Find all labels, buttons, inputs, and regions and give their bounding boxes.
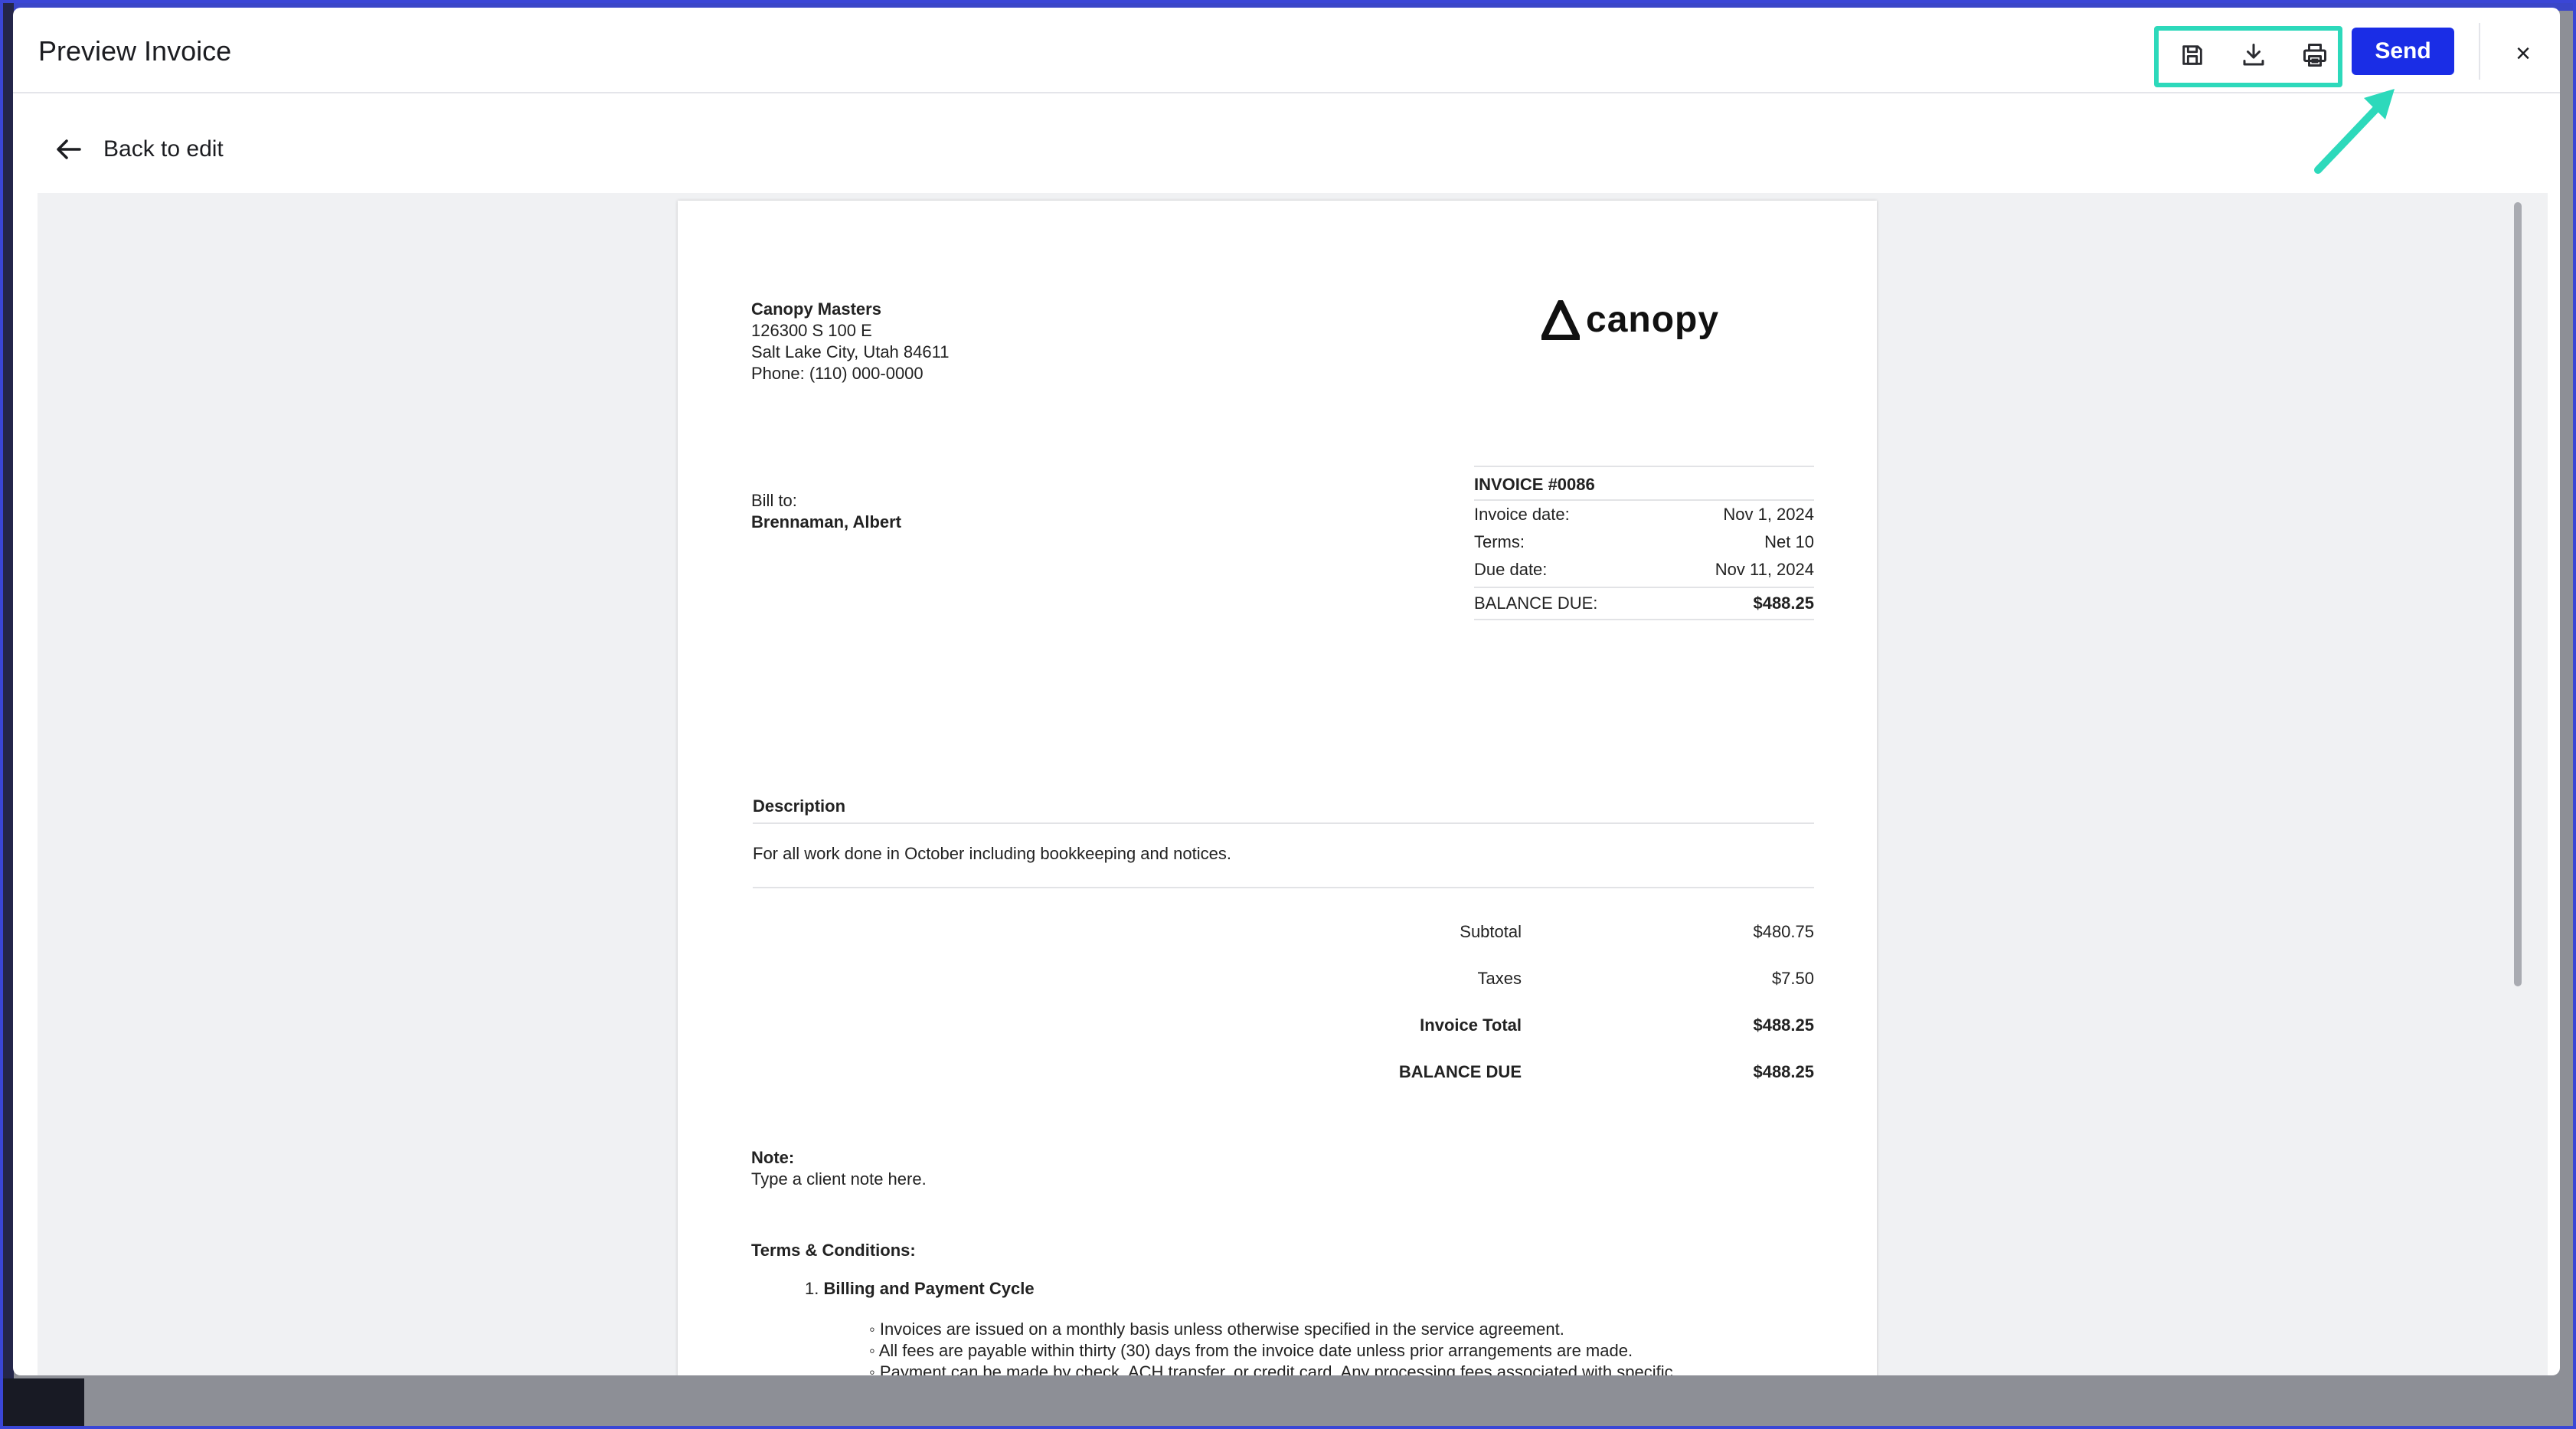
- back-to-edit-label: Back to edit: [103, 136, 224, 162]
- detail-label: Invoice date:: [1474, 505, 1570, 524]
- arrow-left-icon: [57, 139, 81, 159]
- terms-bullet: ◦ All fees are payable within thirty (30…: [869, 1341, 1633, 1360]
- company-address-1: 126300 S 100 E: [751, 321, 872, 340]
- balance-due-label: BALANCE DUE:: [1474, 594, 1598, 613]
- modal-title: Preview Invoice: [38, 35, 232, 67]
- invoice-total-value: $488.25: [1753, 1015, 1814, 1035]
- invoice-document: Canopy Masters 126300 S 100 E Salt Lake …: [678, 201, 1877, 1375]
- detail-row-balance-due: BALANCE DUE: $488.25: [1474, 587, 1814, 620]
- terms-bullets: ◦ Invoices are issued on a monthly basis…: [869, 1319, 1673, 1375]
- backdrop-corner: [0, 1378, 84, 1429]
- taxes-row: Taxes $7.50: [753, 969, 1814, 992]
- scrollbar-thumb[interactable]: [2514, 202, 2522, 986]
- logo-text: canopy: [1586, 299, 1720, 340]
- close-button[interactable]: ×: [2508, 38, 2538, 69]
- description-text: For all work done in October including b…: [753, 844, 1814, 888]
- invoice-total-label: Invoice Total: [1420, 1015, 1522, 1035]
- modal-header: Preview Invoice Send ×: [13, 8, 2560, 93]
- detail-row-terms: Terms: Net 10: [1474, 528, 1814, 556]
- note-label: Note:: [751, 1148, 795, 1167]
- note-text: Type a client note here.: [751, 1169, 927, 1189]
- subtotal-label: Subtotal: [1460, 922, 1522, 941]
- company-info: Canopy Masters 126300 S 100 E Salt Lake …: [751, 299, 949, 384]
- download-icon: [2243, 44, 2264, 66]
- client-name: Brennaman, Albert: [751, 512, 902, 531]
- close-icon: ×: [2516, 38, 2531, 68]
- header-divider: [2479, 23, 2480, 80]
- save-button[interactable]: [2172, 35, 2212, 75]
- detail-value: Net 10: [1764, 532, 1814, 551]
- canopy-logo-icon: [1541, 299, 1580, 340]
- subtotal-value: $480.75: [1753, 922, 1814, 941]
- invoice-details-box: INVOICE #0086 Invoice date: Nov 1, 2024 …: [1474, 466, 1814, 620]
- send-button[interactable]: Send: [2352, 28, 2454, 75]
- detail-label: Terms:: [1474, 532, 1525, 551]
- download-button[interactable]: [2234, 35, 2274, 75]
- bill-to-label: Bill to:: [751, 491, 797, 510]
- balance-due-total-value: $488.25: [1753, 1062, 1814, 1081]
- detail-value: Nov 11, 2024: [1715, 560, 1814, 579]
- terms-item-title: Billing and Payment Cycle: [823, 1279, 1035, 1298]
- company-logo: canopy: [1541, 299, 1719, 341]
- company-address-2: Salt Lake City, Utah 84611: [751, 342, 950, 361]
- description-header: Description: [753, 796, 1814, 824]
- detail-value: Nov 1, 2024: [1723, 505, 1814, 524]
- taxes-value: $7.50: [1771, 969, 1814, 988]
- back-to-edit-link[interactable]: Back to edit: [56, 130, 224, 168]
- backdrop-sidebar: [0, 0, 14, 1429]
- client-note: Note: Type a client note here.: [751, 1147, 927, 1190]
- balance-due-row: BALANCE DUE $488.25: [753, 1062, 1814, 1085]
- terms-item-number: 1.: [805, 1279, 819, 1298]
- preview-invoice-modal: Preview Invoice Send × Back to edit Cano…: [13, 8, 2560, 1375]
- annotation-arrow: [2314, 89, 2395, 174]
- subtotal-row: Subtotal $480.75: [753, 922, 1814, 945]
- invoice-total-row: Invoice Total $488.25: [753, 1015, 1814, 1038]
- terms-item: 1. Billing and Payment Cycle: [805, 1279, 1035, 1299]
- bill-to-block: Bill to: Brennaman, Albert: [751, 490, 901, 533]
- taxes-label: Taxes: [1477, 969, 1522, 988]
- detail-row-invoice-date: Invoice date: Nov 1, 2024: [1474, 501, 1814, 528]
- terms-bullet: ◦ Invoices are issued on a monthly basis…: [869, 1319, 1564, 1339]
- company-name: Canopy Masters: [751, 299, 881, 319]
- detail-label: Due date:: [1474, 560, 1548, 579]
- print-button[interactable]: [2295, 35, 2335, 75]
- detail-row-due-date: Due date: Nov 11, 2024: [1474, 556, 1814, 584]
- terms-bullet: ◦ Payment can be made by check, ACH tran…: [869, 1362, 1673, 1375]
- balance-due-total-label: BALANCE DUE: [1398, 1062, 1522, 1081]
- company-phone: Phone: (110) 000-0000: [751, 364, 924, 383]
- terms-heading: Terms & Conditions:: [751, 1241, 916, 1260]
- balance-due-value: $488.25: [1753, 594, 1814, 613]
- print-icon: [2303, 44, 2326, 67]
- save-icon: [2182, 45, 2202, 65]
- invoice-number: INVOICE #0086: [1474, 467, 1814, 501]
